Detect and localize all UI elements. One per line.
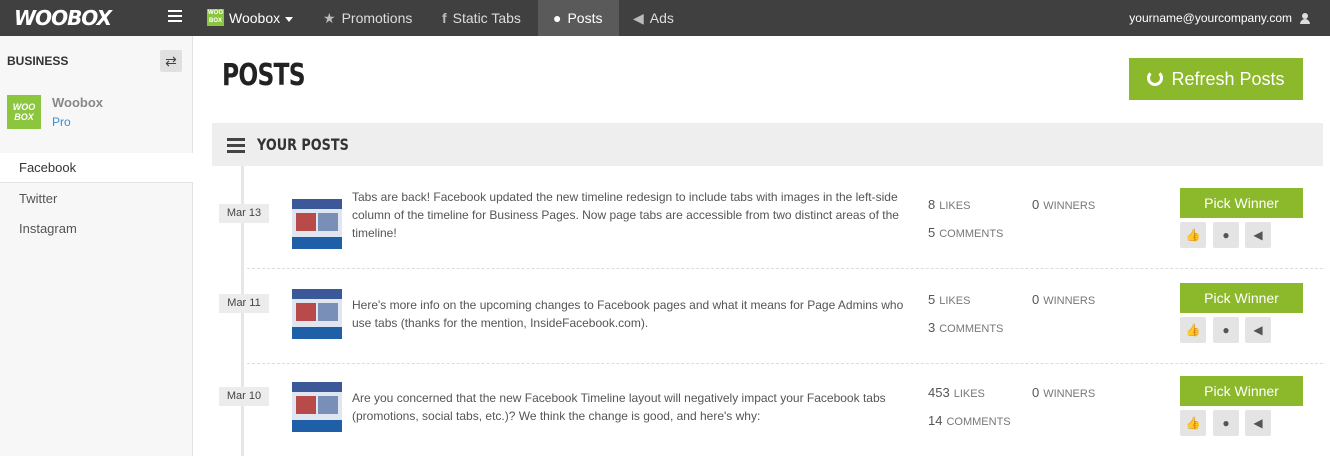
sidebar: BUSINESS ⇄ WOO BOX Woobox Pro Facebook T… xyxy=(0,36,193,456)
post-likes: 8 LIKES xyxy=(928,197,971,212)
user-icon xyxy=(1300,13,1310,25)
post-date: Mar 13 xyxy=(219,204,269,223)
post-text: Tabs are back! Facebook updated the new … xyxy=(352,190,899,240)
comment-icon: ● xyxy=(553,10,562,26)
post-date: Mar 10 xyxy=(219,387,269,406)
megaphone-icon[interactable]: ◀ xyxy=(1245,410,1271,436)
thumbs-up-icon[interactable]: 👍 xyxy=(1180,222,1206,248)
comment-icon[interactable]: ● xyxy=(1213,222,1239,248)
nav-promotions[interactable]: ★ Promotions xyxy=(313,0,422,36)
nav-label: Ads xyxy=(649,10,674,26)
post-winners: 0 WINNERS xyxy=(1032,292,1096,307)
account-logo: WOO BOX xyxy=(7,95,41,129)
facebook-icon: f xyxy=(442,10,447,26)
user-email: yourname@yourcompany.com xyxy=(1129,11,1292,25)
post-thumbnail[interactable] xyxy=(292,289,342,339)
post-thumbnail[interactable] xyxy=(292,382,342,432)
nav-static-tabs[interactable]: f Static Tabs xyxy=(432,0,531,36)
pick-winner-button[interactable]: Pick Winner xyxy=(1180,376,1303,406)
post-row: Mar 13 Tabs are back! Facebook updated t… xyxy=(212,174,1323,269)
post-winners: 0 WINNERS xyxy=(1032,197,1096,212)
post-comments: 14 COMMENTS xyxy=(928,413,1011,428)
sidebar-heading: BUSINESS xyxy=(7,54,69,68)
list-icon xyxy=(227,138,245,153)
account-plan[interactable]: Pro xyxy=(52,115,71,129)
hamburger-menu-icon[interactable] xyxy=(168,10,182,24)
comment-icon[interactable]: ● xyxy=(1213,317,1239,343)
thumbs-up-icon[interactable]: 👍 xyxy=(1180,317,1206,343)
caret-down-icon xyxy=(285,16,294,22)
nav-ads[interactable]: ◀ Ads xyxy=(623,0,684,36)
user-menu[interactable]: yourname@yourcompany.com xyxy=(1129,0,1310,36)
post-date: Mar 11 xyxy=(219,294,269,313)
section-title: YOUR POSTS xyxy=(257,135,349,154)
woobox-badge-icon: WOO BOX xyxy=(207,8,224,26)
sidebar-item-facebook[interactable]: Facebook xyxy=(0,153,193,183)
post-thumbnail[interactable] xyxy=(292,199,342,249)
nav-posts[interactable]: ● Posts xyxy=(538,0,619,36)
sidebar-item-instagram[interactable]: Instagram xyxy=(0,214,193,244)
nav-label: Promotions xyxy=(341,10,413,26)
post-comments: 5 COMMENTS xyxy=(928,225,1004,240)
megaphone-icon: ◀ xyxy=(633,10,644,26)
your-posts-header: YOUR POSTS xyxy=(212,123,1323,166)
account-name: Woobox xyxy=(52,95,104,110)
post-likes: 5 LIKES xyxy=(928,292,971,307)
sidebar-item-twitter[interactable]: Twitter xyxy=(0,184,193,214)
comment-icon[interactable]: ● xyxy=(1213,410,1239,436)
pick-winner-button[interactable]: Pick Winner xyxy=(1180,283,1303,313)
megaphone-icon[interactable]: ◀ xyxy=(1245,222,1271,248)
nav-label: Static Tabs xyxy=(452,10,521,26)
brand-label: Woobox xyxy=(229,10,281,26)
switch-account-icon[interactable]: ⇄ xyxy=(160,50,182,72)
refresh-label: Refresh Posts xyxy=(1171,69,1285,89)
refresh-posts-button[interactable]: Refresh Posts xyxy=(1129,58,1303,100)
post-comments: 3 COMMENTS xyxy=(928,320,1004,335)
top-navbar: WOOBOX WOO BOX Woobox ★ Promotions f Static… xyxy=(0,0,1330,36)
thumbs-up-icon[interactable]: 👍 xyxy=(1180,410,1206,436)
post-text: Are you concerned that the new Facebook … xyxy=(352,391,886,423)
post-winners: 0 WINNERS xyxy=(1032,385,1096,400)
post-text: Here's more info on the upcoming changes… xyxy=(352,298,904,330)
page-title: POSTS xyxy=(222,58,306,93)
post-row: Mar 11 Here's more info on the upcoming … xyxy=(212,269,1323,364)
nav-label: Posts xyxy=(567,10,603,26)
post-likes: 453 LIKES xyxy=(928,385,985,400)
post-row: Mar 10 Are you concerned that the new Fa… xyxy=(212,362,1323,456)
megaphone-icon[interactable]: ◀ xyxy=(1245,317,1271,343)
star-icon: ★ xyxy=(323,10,336,26)
refresh-icon xyxy=(1147,70,1164,87)
pick-winner-button[interactable]: Pick Winner xyxy=(1180,188,1303,218)
woobox-logo[interactable]: WOOBOX xyxy=(14,7,112,29)
brand-dropdown[interactable]: WOO BOX Woobox xyxy=(207,0,294,36)
